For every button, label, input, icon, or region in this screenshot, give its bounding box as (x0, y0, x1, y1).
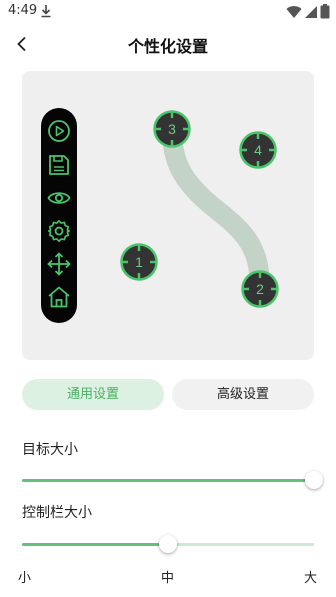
status-icons (286, 4, 330, 19)
play-icon[interactable] (46, 118, 72, 144)
status-time: 4:49 (8, 3, 38, 18)
download-icon (40, 3, 52, 22)
target-point-2[interactable]: 2 (241, 270, 279, 308)
target-point-4[interactable]: 4 (239, 131, 277, 169)
control-bar-size-slider[interactable] (22, 534, 322, 554)
eye-icon[interactable] (46, 185, 72, 211)
floating-toolbar (41, 108, 77, 323)
slider-thumb[interactable] (159, 535, 177, 553)
slider-thumb[interactable] (305, 471, 323, 489)
target-point-3[interactable]: 3 (153, 110, 191, 148)
scale-label-medium: 中 (161, 571, 175, 586)
battery-icon (320, 4, 330, 19)
point-label: 4 (254, 142, 262, 158)
target-point-1[interactable]: 1 (120, 243, 158, 281)
tab-advanced-settings[interactable]: 高级设置 (172, 379, 314, 410)
point-label: 3 (168, 121, 176, 137)
slider-fill (22, 543, 168, 546)
scale-label-small: 小 (18, 571, 32, 586)
wifi-icon (286, 5, 302, 18)
point-label: 2 (256, 281, 264, 297)
move-icon[interactable] (46, 251, 72, 277)
slider-fill (22, 479, 314, 482)
scale-label-large: 大 (304, 571, 318, 586)
page-title: 个性化设置 (127, 37, 208, 56)
status-bar: 4:49 (0, 0, 336, 24)
signal-icon (305, 5, 317, 18)
home-icon[interactable] (46, 284, 72, 310)
app-bar: 个性化设置 (0, 24, 336, 64)
preview-panel: 3 4 1 2 (22, 71, 314, 360)
control-bar-size-label: 控制栏大小 (22, 505, 92, 521)
target-size-label: 目标大小 (22, 442, 78, 458)
tab-general-settings[interactable]: 通用设置 (22, 379, 164, 410)
settings-icon[interactable] (46, 218, 72, 244)
point-label: 1 (135, 254, 143, 270)
target-size-slider[interactable] (22, 470, 323, 490)
save-icon[interactable] (46, 152, 72, 178)
settings-tabs: 通用设置 高级设置 (22, 379, 314, 410)
